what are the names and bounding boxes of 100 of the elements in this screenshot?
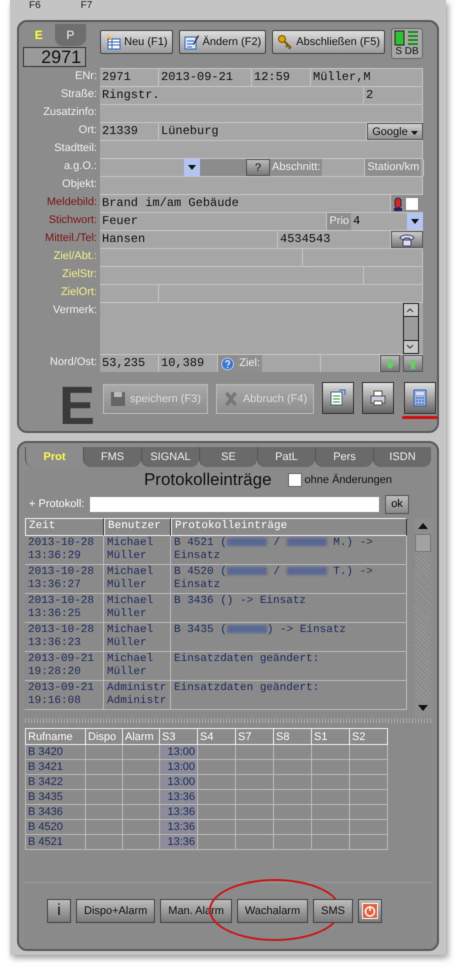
text-field[interactable]: Lüneburg	[159, 123, 367, 140]
map-dropdown[interactable]: Google	[367, 123, 423, 140]
text-field[interactable]	[100, 267, 364, 284]
dropdown-field[interactable]: 4	[351, 213, 423, 230]
table-cell[interactable]: B 4521	[26, 834, 86, 850]
scroll-down-icon[interactable]	[418, 705, 428, 711]
column-header[interactable]: S8	[274, 728, 312, 744]
alarm-button[interactable]: Dispo+Alarm	[76, 899, 156, 923]
calculator-button[interactable]	[404, 382, 436, 414]
text-field[interactable]	[262, 355, 321, 372]
text-field[interactable]	[321, 355, 380, 372]
text-field[interactable]: 53,235	[100, 355, 159, 372]
text-field[interactable]: Müller,M	[311, 69, 423, 86]
export-button[interactable]	[322, 382, 354, 414]
text-field[interactable]	[100, 285, 159, 302]
tab[interactable]: PatL	[257, 447, 315, 467]
field-label: Vermerk:	[52, 303, 98, 318]
text-field[interactable]: Hansen	[100, 231, 278, 248]
table-cell[interactable]: B 3435	[26, 790, 86, 804]
text-field[interactable]	[100, 177, 423, 194]
protocol-input[interactable]	[90, 496, 379, 512]
ok-button[interactable]: ok	[385, 494, 409, 514]
column-header[interactable]: Rufname	[26, 728, 86, 744]
table-cell	[312, 760, 350, 774]
text-field[interactable]	[159, 285, 423, 302]
tab[interactable]: SE	[199, 447, 257, 467]
alarm-button[interactable]: Wachalarm	[236, 899, 308, 923]
column-header[interactable]: S7	[236, 728, 274, 744]
table-cell: 2013-10-28 13:36:29	[25, 536, 104, 564]
field-label: Objekt:	[61, 177, 98, 192]
text-field[interactable]: Feuer	[100, 213, 328, 230]
text-field[interactable]: Ringstr.	[100, 87, 364, 104]
column-header[interactable]: S2	[350, 728, 388, 744]
scrollbar[interactable]	[415, 518, 431, 716]
text-field[interactable]: 12:59	[252, 69, 311, 86]
text-field[interactable]	[421, 159, 424, 176]
column-header[interactable]: Zeit	[25, 518, 104, 536]
power-icon	[362, 903, 378, 919]
column-header[interactable]: S4	[198, 728, 236, 744]
edit-button[interactable]: Ändern (F2)	[178, 30, 266, 54]
tab[interactable]: ISDN	[373, 447, 431, 467]
text-field[interactable]	[100, 249, 303, 266]
phone-button[interactable]	[391, 231, 423, 248]
text-field[interactable]	[364, 267, 423, 284]
arrow-down-button[interactable]	[380, 355, 400, 372]
checkbox[interactable]	[405, 196, 419, 210]
column-header[interactable]: Alarm	[122, 728, 160, 744]
table-cell[interactable]: B 3422	[26, 774, 86, 790]
alarm-button[interactable]: SMS	[313, 899, 353, 923]
info-button[interactable]: i	[47, 899, 71, 923]
arrow-up-button[interactable]	[403, 355, 423, 372]
close-button[interactable]: Abschließen (F5)	[272, 30, 385, 54]
text-field[interactable]: 4534543	[278, 231, 391, 248]
scroll-thumb[interactable]	[415, 534, 431, 552]
text-field[interactable]	[303, 249, 423, 266]
text-field[interactable]	[322, 159, 366, 176]
table-cell	[274, 834, 312, 850]
text-field[interactable]: 2	[364, 87, 423, 104]
mode-tab[interactable]: P	[54, 24, 86, 46]
field-label: ENr:	[74, 69, 98, 84]
table-cell	[312, 774, 350, 790]
tab[interactable]: Pers	[315, 447, 373, 467]
table-cell: B 3436 () -> Einsatz	[171, 594, 407, 622]
text-field[interactable]: 2971	[100, 69, 159, 86]
field-label: Zusatzinfo:	[42, 105, 98, 120]
text-field[interactable]	[100, 105, 423, 122]
table-cell	[198, 834, 236, 850]
print-button[interactable]	[362, 382, 394, 414]
table-cell	[236, 820, 274, 834]
table-cell	[274, 790, 312, 804]
text-field[interactable]: Brand im/am Gebäude	[100, 195, 391, 212]
column-header[interactable]: Benutzer	[104, 518, 171, 536]
new-button[interactable]: Neu (F1)	[100, 30, 173, 54]
table-cell	[236, 774, 274, 790]
tab[interactable]: FMS	[83, 447, 141, 467]
arrow-down-icon	[384, 358, 396, 370]
text-field[interactable]: 21339	[100, 123, 159, 140]
filter-checkbox[interactable]: ohne Änderungen	[288, 473, 392, 487]
column-header[interactable]: Protokolleinträge	[171, 518, 407, 536]
table-cell: 13:00	[160, 760, 198, 774]
column-header[interactable]: S1	[312, 728, 350, 744]
notes-field[interactable]	[100, 303, 423, 354]
table-cell[interactable]: B 3421	[26, 760, 86, 774]
text-field[interactable]: 2013-09-21	[159, 69, 252, 86]
help-button[interactable]: ?	[246, 159, 270, 176]
caret-icon	[410, 130, 418, 134]
text-field[interactable]	[100, 141, 423, 158]
table-cell[interactable]: B 3420	[26, 744, 86, 760]
dropdown-field[interactable]	[100, 159, 200, 176]
scroll-up-icon[interactable]	[418, 523, 428, 529]
column-header[interactable]: Dispo	[86, 728, 122, 744]
table-cell	[198, 804, 236, 820]
scroll-thumb[interactable]	[404, 316, 418, 341]
scrollbar[interactable]	[403, 303, 419, 354]
text-field[interactable]: 10,389	[159, 355, 218, 372]
mode-tab[interactable]: E	[23, 24, 55, 46]
power-button[interactable]	[358, 899, 382, 923]
table-cell[interactable]: B 3436	[26, 804, 86, 820]
table-cell[interactable]: B 4520	[26, 820, 86, 834]
tab[interactable]: SIGNAL	[141, 447, 199, 467]
